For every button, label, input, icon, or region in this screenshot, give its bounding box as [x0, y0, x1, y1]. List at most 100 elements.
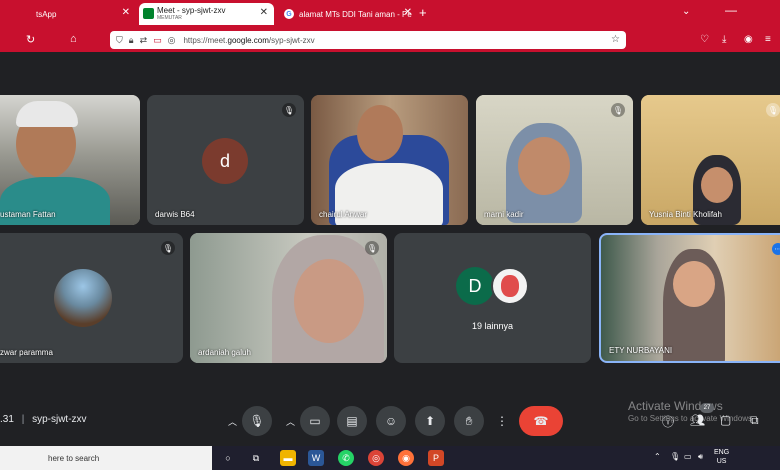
- tab-whatsapp[interactable]: tsApp ✕: [0, 3, 136, 25]
- mic-icon[interactable]: ◎: [168, 35, 176, 46]
- minimize-icon[interactable]: —: [725, 3, 737, 17]
- reload-icon[interactable]: ↻: [26, 33, 35, 46]
- participant-name: darwis B64: [155, 210, 195, 219]
- video-tile[interactable]: 🎙︎ zwar paramma: [0, 233, 183, 363]
- captions-button[interactable]: ▤: [337, 406, 367, 436]
- tab-alamat[interactable]: G alamat MTs DDI Tani aman - Pe ✕: [278, 3, 418, 25]
- download-icon[interactable]: ⤓: [722, 34, 726, 45]
- avatar: D: [456, 267, 494, 305]
- permissions-icon[interactable]: ⇄: [140, 35, 148, 46]
- participant-face: [357, 105, 403, 161]
- participant-name: Yusnia Binti Kholifah: [649, 210, 722, 219]
- emoji-button[interactable]: ☺: [376, 406, 406, 436]
- people-icon[interactable]: 👥︎: [690, 413, 705, 427]
- mic-off-icon: 🎙︎: [766, 103, 780, 117]
- raise-hand-button[interactable]: ✋︎: [454, 406, 484, 436]
- tab-playing-label: MEMUTAR: [157, 15, 182, 21]
- task-view-icon[interactable]: ⧉: [248, 450, 264, 466]
- close-icon[interactable]: ✕: [260, 8, 268, 18]
- new-tab-icon[interactable]: +: [419, 5, 427, 20]
- participant-name: ustaman Fattan: [0, 210, 56, 219]
- video-tile[interactable]: 🎙︎ ardaniah galuh: [190, 233, 387, 363]
- tray-chevron-icon[interactable]: ⌃: [654, 452, 661, 461]
- video-tile[interactable]: ustaman Fattan: [0, 95, 140, 225]
- shield-icon[interactable]: ⛉: [116, 35, 123, 46]
- present-button[interactable]: ⬆: [415, 406, 445, 436]
- mic-icon: 🎙︎: [249, 414, 265, 428]
- browser-nav-bar: ↻ ⌂ ⛉ 🔒︎ ⇄ ▭ ◎ https://meet.google.com/s…: [0, 28, 780, 52]
- meeting-info: .31 | syp-sjwt-zxv: [0, 414, 87, 425]
- chat-icon[interactable]: ▢: [720, 413, 731, 427]
- video-tile[interactable]: chairul Anwar: [311, 95, 468, 225]
- cortana-icon[interactable]: ○: [220, 450, 236, 466]
- meet-icon: [143, 8, 154, 19]
- tab-label: tsApp: [36, 9, 57, 19]
- url-text: https://meet.google.com/syp-sjwt-zxv: [183, 35, 315, 45]
- close-icon[interactable]: ✕: [404, 8, 412, 18]
- participant-name: marni kadir: [484, 210, 524, 219]
- more-options-icon[interactable]: ⋯: [772, 243, 780, 255]
- pocket-icon[interactable]: ♡: [700, 34, 709, 45]
- more-vertical-icon: ⋮: [496, 414, 508, 428]
- separator: |: [21, 414, 25, 425]
- captions-icon: ▤: [346, 414, 358, 428]
- participant-name: ETY NURBAYANI: [609, 346, 673, 355]
- whatsapp-icon[interactable]: ✆: [338, 450, 354, 466]
- camera-button[interactable]: ▭: [300, 406, 330, 436]
- bookmark-star-icon[interactable]: ☆: [611, 34, 620, 45]
- lock-icon[interactable]: 🔒︎: [129, 35, 134, 46]
- participant-face: [701, 167, 733, 203]
- close-icon[interactable]: ✕: [122, 8, 130, 18]
- video-tile[interactable]: 🎙︎ Yusnia Binti Kholifah: [641, 95, 780, 225]
- mic-off-icon: 🎙︎: [282, 103, 296, 117]
- video-tile-others[interactable]: D 19 lainnya: [394, 233, 591, 363]
- avatar: d: [202, 138, 248, 184]
- chevron-up-icon[interactable]: ︿: [228, 415, 237, 428]
- participant-cap: [16, 101, 78, 127]
- camera-icon[interactable]: ▭: [153, 35, 162, 46]
- language-indicator[interactable]: ENG US: [714, 448, 729, 466]
- address-bar[interactable]: ⛉ 🔒︎ ⇄ ▭ ◎ https://meet.google.com/syp-s…: [110, 31, 626, 49]
- chrome-icon[interactable]: ◎: [368, 450, 384, 466]
- powerpoint-icon[interactable]: P: [428, 450, 444, 466]
- windows-taskbar: here to search ○ ⧉ ▬ W ✆ ◎ ◉ P ⌃ 🎙︎ ▭ 🔊︎…: [0, 446, 780, 470]
- info-icon[interactable]: ⓘ: [662, 413, 674, 430]
- participant-name: zwar paramma: [0, 348, 53, 357]
- meet-top-area: [0, 52, 780, 92]
- video-tile-active[interactable]: ⋯ ETY NURBAYANI: [599, 233, 780, 363]
- hand-icon: ✋︎: [465, 413, 473, 428]
- home-icon[interactable]: ⌂: [70, 33, 77, 45]
- tab-meet[interactable]: Meet - syp-sjwt-zxv MEMUTAR ✕: [139, 3, 274, 25]
- video-tile[interactable]: 🎙︎ marni kadir: [476, 95, 633, 225]
- taskbar-search-box[interactable]: here to search: [0, 446, 212, 470]
- participant-face: [294, 259, 364, 343]
- video-camera-icon: ▭: [309, 414, 321, 428]
- account-icon[interactable]: ◉: [744, 34, 753, 45]
- google-icon: G: [284, 9, 294, 19]
- menu-icon[interactable]: ≡: [765, 34, 771, 45]
- participant-count-badge: 27: [700, 403, 714, 413]
- file-explorer-icon[interactable]: ▬: [280, 450, 296, 466]
- avatar-photo: [491, 267, 529, 305]
- avatar: [54, 269, 112, 327]
- avatar-hijab: [501, 275, 519, 297]
- clock-time: .31: [0, 414, 14, 425]
- mic-tray-icon[interactable]: 🎙︎: [670, 452, 680, 461]
- chevron-down-icon[interactable]: ⌄: [682, 6, 690, 17]
- mic-off-icon: 🎙︎: [161, 241, 175, 255]
- leave-call-button[interactable]: ☎︎: [519, 406, 563, 436]
- others-count-label: 19 lainnya: [471, 321, 514, 331]
- activities-icon[interactable]: ⧉: [750, 413, 759, 428]
- network-icon[interactable]: ▭: [684, 452, 692, 461]
- video-tile[interactable]: 🎙︎ d darwis B64: [147, 95, 304, 225]
- word-icon[interactable]: W: [308, 450, 324, 466]
- more-options-button[interactable]: ⋮: [490, 406, 514, 436]
- firefox-icon[interactable]: ◉: [398, 450, 414, 466]
- participant-name: chairul Anwar: [319, 210, 368, 219]
- microphone-button[interactable]: 🎙︎: [242, 406, 272, 436]
- volume-icon[interactable]: 🔊︎: [698, 452, 703, 462]
- language-code: ENG: [714, 449, 730, 456]
- region-code: US: [716, 458, 727, 465]
- browser-tab-bar: tsApp ✕ Meet - syp-sjwt-zxv MEMUTAR ✕ G …: [0, 0, 780, 28]
- chevron-up-icon[interactable]: ︿: [286, 415, 295, 428]
